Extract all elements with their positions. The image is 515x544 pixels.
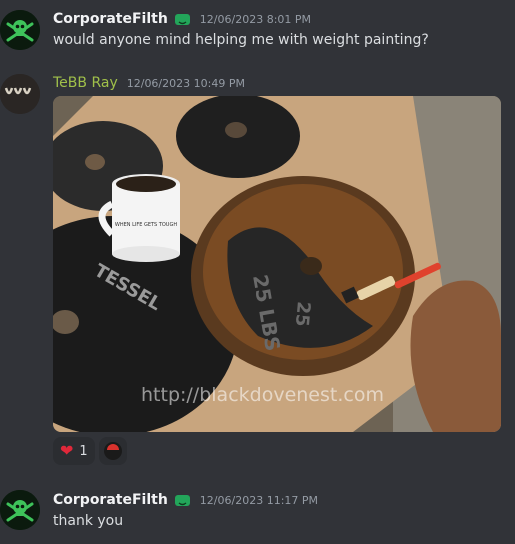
heart-icon: ❤: [60, 441, 74, 460]
avatar[interactable]: [0, 490, 40, 530]
weight-plate: [176, 96, 300, 178]
author-name[interactable]: TeBB Ray: [53, 75, 118, 91]
reactions-bar: ❤ 1: [53, 437, 127, 465]
message-3: CorporateFilth 12/06/2023 11:17 PM thank…: [0, 490, 515, 534]
leaf-badge-icon: [174, 494, 190, 506]
avatar[interactable]: [0, 10, 40, 50]
skull-crossbones-icon: [0, 10, 40, 50]
avatar[interactable]: [0, 74, 40, 114]
author-name[interactable]: CorporateFilth: [53, 11, 168, 27]
reaction-count: 1: [79, 443, 88, 459]
message-header: CorporateFilth 12/06/2023 8:01 PM: [53, 9, 311, 29]
message-text: thank you: [53, 513, 124, 529]
hand: [410, 280, 501, 432]
timestamp: 12/06/2023 10:49 PM: [126, 76, 245, 90]
message-header: CorporateFilth 12/06/2023 11:17 PM: [53, 490, 318, 510]
sticker-face-icon: [103, 442, 122, 460]
skull-crossbones-icon: [0, 490, 40, 530]
watermark: http://blackdovenest.com: [141, 384, 384, 406]
mug: WHEN LIFE GETS TOUGH: [98, 174, 180, 262]
reaction-sticker[interactable]: [98, 437, 127, 465]
plate-label: 25: [291, 301, 314, 328]
timestamp: 12/06/2023 8:01 PM: [199, 12, 312, 26]
author-name[interactable]: CorporateFilth: [53, 492, 168, 508]
mug-text: WHEN LIFE GETS TOUGH: [115, 222, 177, 228]
message-text: would anyone mind helping me with weight…: [53, 32, 429, 48]
avatar-image-icon: [0, 74, 40, 114]
image-attachment[interactable]: TESSEL WHEN LIFE GETS TOUGH 25 LBS 25 ht…: [53, 96, 501, 432]
timestamp: 12/06/2023 11:17 PM: [199, 493, 319, 507]
message-header: TeBB Ray 12/06/2023 10:49 PM: [53, 73, 245, 93]
weight-plates-photo: TESSEL WHEN LIFE GETS TOUGH 25 LBS 25 ht…: [53, 96, 501, 432]
leaf-badge-icon: [174, 13, 190, 25]
reaction-heart[interactable]: ❤ 1: [53, 437, 95, 465]
message-1: CorporateFilth 12/06/2023 8:01 PM would …: [0, 8, 515, 52]
weight-plate-painted: 25 LBS 25: [191, 176, 415, 376]
